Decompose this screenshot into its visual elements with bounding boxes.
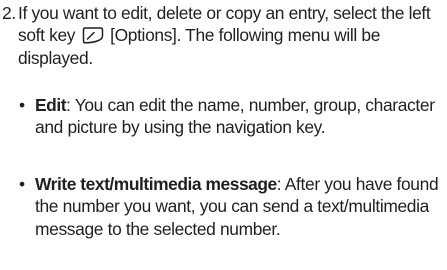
option-edit: • Edit: You can edit the name, number, g…: [18, 94, 446, 139]
option-term: Write text/multimedia message: [35, 174, 277, 194]
bullet-icon: •: [19, 174, 25, 194]
options-list: • Edit: You can edit the name, number, g…: [18, 94, 446, 139]
option-description: : You can edit the name, number, group, …: [35, 95, 435, 138]
left-soft-key-icon: [82, 27, 103, 44]
option-term: Edit: [35, 95, 67, 115]
step-number: 2.: [2, 3, 16, 23]
options-list-continued: • Write text/multimedia message: After y…: [18, 173, 446, 240]
option-write-message: • Write text/multimedia message: After y…: [18, 173, 446, 240]
step-2: 2. If you want to edit, delete or copy a…: [2, 2, 446, 69]
manual-page: 2. If you want to edit, delete or copy a…: [0, 0, 447, 270]
step-instruction: If you want to edit, delete or copy an e…: [18, 2, 446, 69]
bullet-icon: •: [19, 95, 25, 115]
